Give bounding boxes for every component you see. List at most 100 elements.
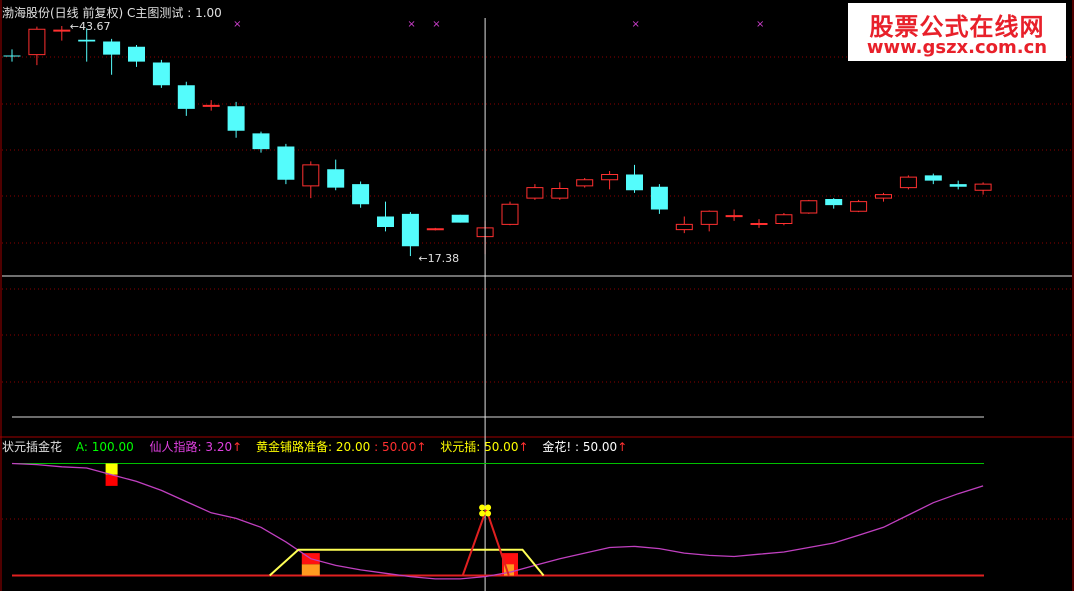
candle (850, 199, 868, 213)
candle (202, 100, 220, 111)
lower-item-value: 50.00 (484, 440, 519, 454)
candle-body (875, 194, 892, 199)
candle (177, 81, 195, 116)
candle-body (377, 216, 394, 227)
upper-header: 渤海股份(日线 前复权) C主图测试 : 1.00 (2, 6, 222, 20)
lower-item-label: A: (75, 440, 88, 454)
flower-petal (485, 510, 492, 517)
candle-body (899, 176, 917, 189)
candle-body (103, 41, 121, 55)
candle (526, 184, 544, 200)
candle (3, 49, 21, 62)
candle (949, 180, 967, 190)
signal-marker: × (632, 19, 640, 30)
candle (675, 216, 693, 234)
candle-body (152, 62, 170, 86)
candle-body (750, 223, 768, 225)
candle (974, 182, 992, 195)
lower-item-value: : 50.00 (574, 440, 618, 454)
candle-body (3, 55, 21, 57)
candle (152, 59, 170, 88)
candle-body (28, 28, 46, 56)
candle (650, 184, 668, 214)
candle-body (626, 174, 643, 191)
series-line (11, 462, 984, 580)
candle (78, 28, 96, 62)
watermark-line2: www.gszx.com.cn (866, 37, 1048, 58)
event-block (301, 553, 320, 576)
candle-body (53, 29, 71, 32)
lower-indicator-name: 状元插金花 (2, 440, 63, 454)
indicator-value: : 1.00 (187, 6, 222, 20)
candle-body (177, 85, 195, 109)
candle-body (800, 200, 818, 214)
up-arrow-icon: ↑ (617, 440, 628, 454)
up-arrow-icon: ↑ (232, 440, 243, 454)
candle-body (78, 39, 96, 42)
signal-marker: × (407, 19, 415, 30)
candle (426, 227, 444, 231)
chart-canvas: ←43.67 ←17.38 × × × × × (0, 0, 1074, 591)
candle-body (302, 164, 320, 187)
stock-title: 渤海股份(日线 前复权) (2, 6, 124, 20)
price-annotation: ←17.38 (418, 252, 459, 265)
candle-body (526, 187, 544, 199)
signal-marker: × (233, 19, 241, 30)
candle-body (700, 210, 718, 225)
candle (875, 192, 892, 202)
candle (401, 212, 419, 257)
candle (725, 209, 743, 221)
candle-body (501, 203, 519, 225)
candle-body (576, 179, 594, 187)
candle (377, 201, 394, 232)
candle-body (974, 183, 992, 191)
candle (626, 164, 643, 193)
candle (451, 214, 469, 223)
candle (28, 26, 46, 66)
lower-item-label: 状元插: (440, 440, 481, 454)
lower-item-value: 100.00 (91, 440, 134, 454)
candle-body (775, 214, 793, 224)
candle-body (650, 186, 668, 210)
candle-body (227, 106, 245, 131)
up-arrow-icon: ↑ (518, 440, 529, 454)
candle (750, 219, 768, 228)
candle (501, 201, 519, 226)
candle-body (202, 104, 220, 107)
candle-body (327, 169, 345, 188)
candle-body (252, 133, 270, 150)
flower-petal (485, 504, 492, 511)
candle (551, 182, 569, 200)
candle-body (601, 174, 619, 181)
flower-petal (479, 504, 486, 511)
price-annotation: ←43.67 (70, 20, 111, 33)
candle (277, 143, 295, 185)
candle (576, 178, 594, 188)
candle-body (352, 184, 370, 205)
lower-item-label: 黄金铺路准备: (256, 440, 333, 454)
candle (800, 199, 818, 214)
lower-header: 状元插金花 A: 100.00 仙人指路: 3.20↑ 黄金铺路准备: 20.0… (2, 440, 627, 454)
chart-stage: ←43.67 ←17.38 × × × × × 渤海股份(日线 前复权) C主图测试 : 1… (0, 0, 1074, 591)
lower-item-label: 仙人指路: (149, 440, 202, 454)
lower-item-value: 20.00 (335, 440, 371, 454)
candle-body (451, 214, 469, 223)
candle-body (850, 201, 868, 212)
candle-body (675, 223, 693, 231)
candle-body (551, 188, 569, 199)
signal-marker: × (756, 19, 764, 30)
lower-item-value: 3.20 (205, 440, 233, 454)
series-line (461, 506, 510, 576)
candle-body (277, 146, 295, 180)
flower-petal (479, 510, 486, 517)
candle-body (725, 215, 743, 218)
candle-body (128, 46, 145, 62)
candle (302, 161, 320, 199)
watermark: 股票公式在线网 www.gszx.com.cn (848, 3, 1066, 61)
candle (227, 101, 245, 138)
candle-body (401, 213, 419, 247)
candle (775, 213, 793, 226)
candle (899, 175, 917, 190)
lower-item-label: 金花! (542, 440, 572, 454)
candle (924, 173, 942, 185)
